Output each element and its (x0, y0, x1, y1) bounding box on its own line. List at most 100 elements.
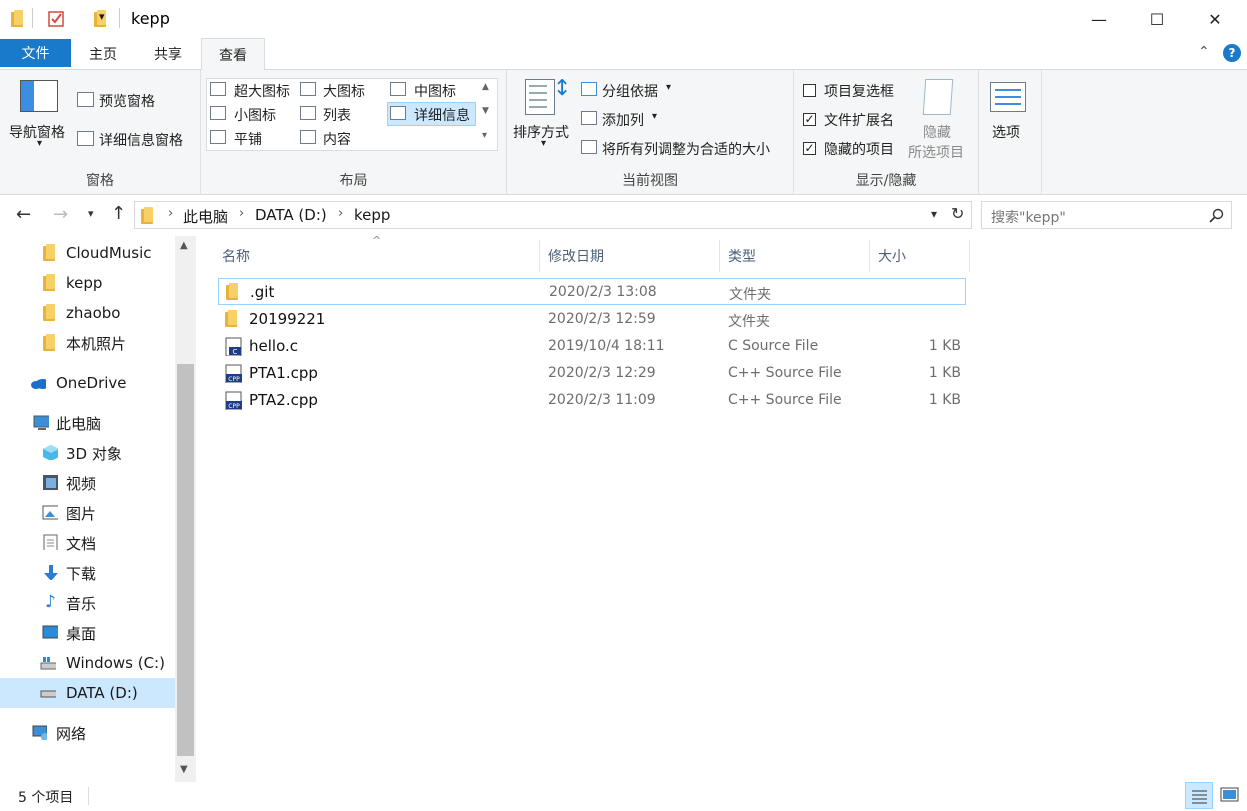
column-header-size[interactable]: 大小 (870, 240, 970, 272)
recent-locations-chevron-icon[interactable]: ▾ (88, 207, 94, 220)
search-input[interactable]: 搜索"kepp" (991, 207, 1066, 227)
minimize-button[interactable]: — (1070, 0, 1128, 38)
fit-columns-button[interactable]: 将所有列调整为合适的大小 (602, 139, 770, 159)
sidebar-item-network[interactable]: 网络 (0, 718, 175, 748)
chevron-up-icon[interactable]: ⌃ (1198, 44, 1210, 60)
sidebar-item-zhaobo[interactable]: zhaobo (0, 298, 175, 328)
layout-extra-large-icons[interactable]: 超大图标 (234, 81, 290, 101)
details-pane-button[interactable]: 详细信息窗格 (99, 130, 183, 150)
help-icon[interactable]: ? (1223, 44, 1241, 62)
close-button[interactable]: ✕ (1186, 0, 1244, 38)
hidden-items-label[interactable]: 隐藏的项目 (824, 139, 894, 159)
scrollbar-thumb[interactable] (177, 364, 194, 756)
options-button[interactable]: 选项 (992, 122, 1020, 142)
file-row[interactable]: 20199221 2020/2/3 12:59 文件夹 (218, 306, 966, 333)
sidebar-item-data-d[interactable]: DATA (D:) (0, 678, 175, 708)
show-hide-group: 项目复选框 ✓ 文件扩展名 ✓ 隐藏的项目 隐藏 所选项目 显示/隐藏 (794, 70, 979, 195)
chevron-down-icon[interactable]: ▾ (99, 10, 105, 23)
sidebar-item-documents[interactable]: 文档 (0, 528, 175, 558)
sidebar-item-this-pc[interactable]: 此电脑 (0, 408, 175, 438)
hidden-items-checkbox[interactable]: ✓ (803, 142, 816, 155)
layout-list[interactable]: 列表 (323, 105, 351, 125)
sidebar-item-cloudmusic[interactable]: CloudMusic (0, 238, 175, 268)
breadcrumb-kepp[interactable]: kepp (354, 206, 390, 224)
navigation-pane-icon[interactable] (20, 80, 58, 112)
properties-check-icon[interactable] (48, 10, 66, 32)
chevron-down-icon[interactable]: ▾ (37, 138, 42, 149)
layout-medium-icons[interactable]: 中图标 (414, 81, 456, 101)
address-dropdown-chevron-icon[interactable]: ▾ (931, 207, 937, 221)
cpp-file-icon: CPP (225, 391, 242, 410)
sidebar-item-label: 网络 (56, 724, 87, 743)
file-row[interactable]: .git 2020/2/3 13:08 文件夹 (218, 278, 966, 305)
sidebar-item-downloads[interactable]: 下载 (0, 558, 175, 588)
tab-view[interactable]: 查看 (201, 38, 265, 71)
sidebar-item-videos[interactable]: 视频 (0, 468, 175, 498)
group-by-button[interactable]: 分组依据 (602, 81, 658, 101)
scroll-up-icon[interactable]: ▲ (180, 240, 188, 251)
layout-small-icons[interactable]: 小图标 (234, 105, 276, 125)
file-row[interactable]: CPP PTA2.cpp 2020/2/3 11:09 C++ Source F… (218, 387, 966, 414)
column-header-date[interactable]: 修改日期 (540, 240, 720, 272)
file-name: PTA1.cpp (249, 364, 318, 382)
fit-columns-icon (581, 140, 597, 158)
file-size: 1 KB (928, 365, 961, 381)
sidebar-item-3d-objects[interactable]: 3D 对象 (0, 438, 175, 468)
forward-arrow-icon[interactable]: → (53, 204, 68, 225)
breadcrumb-this-pc[interactable]: 此电脑 (183, 206, 228, 227)
hide-selected-button[interactable]: 隐藏 (923, 122, 951, 142)
refresh-icon[interactable]: ↻ (951, 204, 964, 223)
item-checkboxes-label[interactable]: 项目复选框 (824, 81, 894, 101)
file-extensions-checkbox[interactable]: ✓ (803, 113, 816, 126)
back-arrow-icon[interactable]: ← (16, 204, 31, 225)
chevron-right-icon[interactable]: › (168, 206, 173, 221)
show-hide-group-label: 显示/隐藏 (855, 173, 917, 189)
item-checkboxes-checkbox[interactable] (803, 84, 816, 97)
sidebar-item-pictures[interactable]: 图片 (0, 498, 175, 528)
tab-home[interactable]: 主页 (73, 38, 133, 69)
scroll-down-icon[interactable]: ▼ (180, 764, 188, 775)
chevron-right-icon[interactable]: › (239, 206, 244, 221)
layout-tiles[interactable]: 平铺 (234, 129, 262, 149)
sidebar-item-windows-c[interactable]: Windows (C:) (0, 648, 175, 678)
music-icon: ♪ (45, 592, 56, 612)
tab-share[interactable]: 共享 (137, 38, 199, 69)
tab-file[interactable]: 文件 (0, 39, 71, 67)
gallery-scroll-up-icon[interactable]: ▲ (482, 82, 489, 92)
layout-large-icons[interactable]: 大图标 (323, 81, 365, 101)
file-extensions-label[interactable]: 文件扩展名 (824, 110, 894, 130)
sidebar-item-desktop[interactable]: 桌面 (0, 618, 175, 648)
chevron-down-icon[interactable]: ▾ (541, 138, 546, 149)
chevron-right-icon[interactable]: › (338, 206, 343, 221)
large-icons-view-button[interactable] (1216, 782, 1243, 809)
address-bar[interactable]: › 此电脑 › DATA (D:) › kepp ▾ ↻ (134, 201, 972, 229)
search-icon[interactable] (1209, 208, 1224, 223)
sidebar-item-label: 此电脑 (56, 414, 102, 433)
search-box[interactable]: 搜索"kepp" (981, 201, 1232, 229)
sidebar-item-music[interactable]: ♪ 音乐 (0, 588, 175, 618)
column-header-name[interactable]: 名称 (214, 240, 540, 272)
add-columns-button[interactable]: 添加列 (602, 110, 644, 130)
sidebar-scrollbar[interactable]: ▲ ▼ (175, 236, 196, 782)
sidebar-item-local-photos[interactable]: 本机照片 (0, 328, 175, 358)
options-icon (990, 82, 1026, 112)
chevron-down-icon[interactable]: ▾ (652, 111, 657, 122)
layout-content[interactable]: 内容 (323, 129, 351, 149)
file-row[interactable]: CPP PTA1.cpp 2020/2/3 12:29 C++ Source F… (218, 360, 966, 387)
sidebar-item-onedrive[interactable]: OneDrive (0, 368, 175, 398)
preview-pane-button[interactable]: 预览窗格 (99, 91, 155, 111)
layout-details[interactable]: 详细信息 (414, 105, 470, 125)
gallery-scroll-down-icon[interactable]: ▼ (482, 106, 489, 116)
column-header-type[interactable]: 类型 (720, 240, 870, 272)
sidebar-item-kepp[interactable]: kepp (0, 268, 175, 298)
chevron-down-icon[interactable]: ▾ (666, 82, 671, 93)
breadcrumb-data-drive[interactable]: DATA (D:) (255, 206, 327, 224)
file-row[interactable]: C hello.c 2019/10/4 18:11 C Source File … (218, 333, 966, 360)
ribbon-tabs: 文件 主页 共享 查看 ⌃ ? (0, 38, 1247, 71)
current-view-group: ↕ 排序方式 ▾ 分组依据 ▾ 添加列 ▾ 将所有列调整为合适的大小 当前视图 (507, 70, 794, 195)
sidebar-item-label: DATA (D:) (66, 684, 138, 702)
gallery-expand-icon[interactable]: ▾ (482, 130, 487, 141)
maximize-button[interactable]: ☐ (1128, 0, 1186, 38)
details-view-button[interactable] (1185, 782, 1213, 809)
up-arrow-icon[interactable]: ↑ (111, 203, 126, 224)
